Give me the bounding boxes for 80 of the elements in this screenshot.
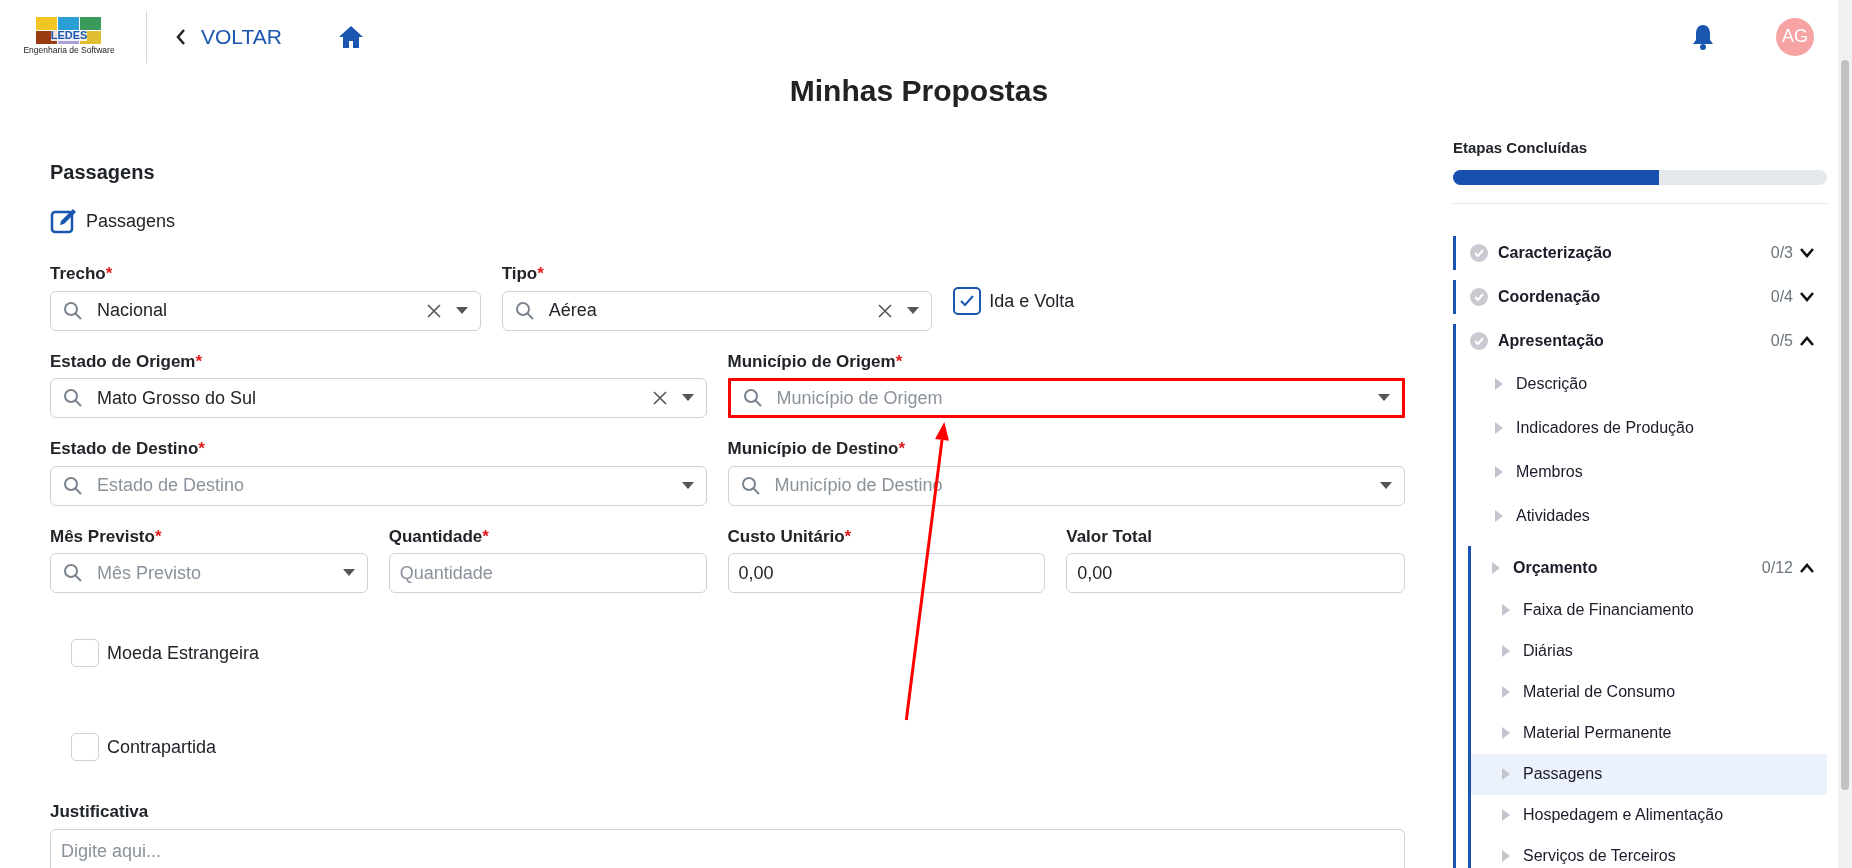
caret-right-icon [1501, 685, 1511, 699]
caret-down-icon [1378, 394, 1390, 402]
nav-item[interactable]: Orçamento 0/12 [1471, 545, 1827, 590]
caret-down-icon [681, 394, 694, 402]
field-label: Estado de Origem* [50, 350, 204, 373]
nav-item[interactable]: Passagens [1471, 753, 1827, 795]
section-item[interactable]: Caracterização 0/3 [1456, 235, 1827, 270]
text-area[interactable]: Digite aqui... [50, 828, 1405, 868]
clear-icon[interactable] [425, 302, 442, 319]
field-label: Quantidade* [388, 525, 490, 548]
search-icon [742, 388, 763, 408]
section-item[interactable]: Coordenação 0/4 [1456, 279, 1827, 314]
caret-down-icon [1380, 481, 1392, 490]
checkmark-icon [959, 294, 976, 308]
search-icon [514, 300, 535, 321]
field-label: Justificativa [50, 801, 150, 823]
nav-item[interactable]: Material Permanente [1471, 712, 1827, 754]
caret-right-icon [1501, 767, 1511, 781]
caret-right-icon [1501, 726, 1511, 740]
checkbox[interactable] [953, 287, 982, 315]
field-label: Mês Previsto* [50, 525, 163, 548]
section-title: Passagens [50, 160, 156, 185]
chevron-left-icon [175, 27, 187, 46]
section-subtitle: Passagens [86, 209, 176, 233]
search-icon [740, 475, 761, 496]
caret-right-icon [1501, 808, 1511, 822]
bell-icon[interactable] [1692, 23, 1714, 50]
field-label: Valor Total [1066, 525, 1153, 548]
logo[interactable]: LEDES Engenharia de Software [24, 17, 114, 56]
field-label: Estado de Destino* [50, 438, 206, 460]
caret-right-icon [1494, 464, 1504, 479]
nav-item[interactable]: Atividades [1456, 493, 1827, 538]
nav-item[interactable]: Indicadores de Produção [1456, 405, 1827, 450]
input-field[interactable]: Quantidade [388, 553, 707, 593]
nav-item[interactable]: Serviços de Terceiros [1471, 835, 1827, 868]
select-field[interactable]: Aérea [501, 290, 933, 331]
caret-down-icon [681, 481, 694, 490]
search-icon [63, 563, 83, 583]
select-field[interactable]: Nacional [50, 290, 481, 331]
field-label: Tipo* [501, 263, 545, 285]
home-icon[interactable] [337, 24, 364, 49]
nav-item[interactable]: Membros [1456, 449, 1827, 494]
back-link[interactable]: VOLTAR [175, 20, 282, 53]
nav-item[interactable]: Material de Consumo [1471, 671, 1827, 713]
caret-right-icon [1501, 603, 1511, 617]
caret-down-icon [907, 306, 920, 315]
clear-icon[interactable] [651, 390, 668, 406]
edit-icon [50, 207, 78, 235]
search-icon [63, 300, 83, 321]
field-label: Município de Destino* [727, 438, 907, 460]
section-item[interactable]: Apresentação 0/5 [1456, 323, 1827, 358]
field-label: Município de Origem* [727, 350, 904, 373]
caret-down-icon [342, 569, 355, 577]
caret-right-icon [1494, 420, 1504, 435]
caret-right-icon [1494, 508, 1504, 523]
progress-title: Etapas Concluídas [1453, 138, 1589, 158]
checkbox-label: Moeda Estrangeira [107, 641, 260, 665]
caret-right-icon [1501, 849, 1511, 863]
field-label: Custo Unitário* [727, 525, 853, 548]
search-icon [63, 388, 83, 408]
page-title: Minhas Propostas [788, 73, 1050, 109]
select-field[interactable]: Mato Grosso do Sul [50, 378, 707, 418]
caret-right-icon [1501, 644, 1511, 658]
caret-down-icon [455, 306, 468, 315]
nav-item[interactable]: Faixa de Financiamento [1471, 589, 1827, 631]
nav-item[interactable]: Diárias [1471, 630, 1827, 672]
checkbox-label: Contrapartida [107, 735, 217, 759]
nav-item[interactable]: Hospedagem e Alimentação [1471, 794, 1827, 836]
search-icon [63, 475, 83, 496]
clear-icon[interactable] [877, 302, 894, 319]
input-field[interactable]: 0,00 [1066, 553, 1405, 593]
caret-right-icon [1494, 376, 1504, 391]
scrollbar[interactable] [1838, 0, 1852, 868]
field-label: Trecho* [50, 263, 114, 285]
logo-title: LEDES [50, 30, 88, 42]
logo-subtitle: Engenharia de Software [23, 45, 115, 56]
checkbox-label: Ida e Volta [989, 289, 1075, 313]
nav-item[interactable]: Descrição [1456, 361, 1827, 406]
caret-right-icon [1491, 560, 1501, 575]
input-field[interactable]: 0,00 [727, 553, 1046, 593]
